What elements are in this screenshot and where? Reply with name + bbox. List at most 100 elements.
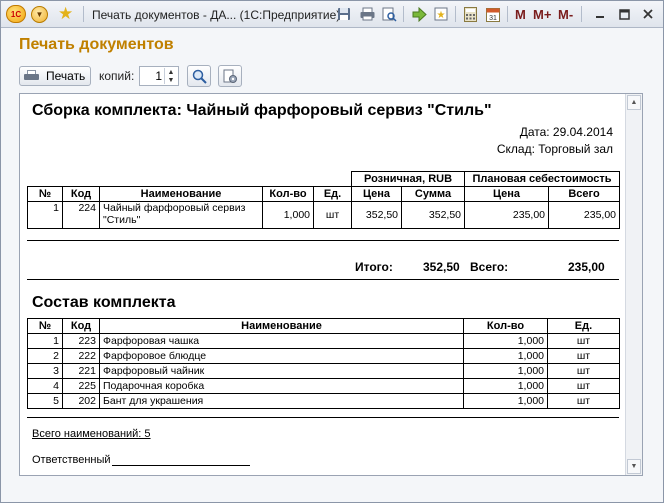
table-cell: шт <box>547 378 620 394</box>
print-icon[interactable] <box>358 5 376 23</box>
save-icon[interactable] <box>335 5 353 23</box>
app-window: 1С ▼ ★ Печать документов - ДА... (1С:Пре… <box>0 0 664 503</box>
table-cell: 202 <box>62 393 100 409</box>
maximize-icon[interactable] <box>613 5 635 23</box>
svg-text:★: ★ <box>437 10 446 21</box>
column-header: Сумма <box>401 186 466 202</box>
table-cell: шт <box>547 348 620 364</box>
print-preview-icon[interactable] <box>380 5 398 23</box>
chevron-down-icon: ▼ <box>31 5 48 23</box>
table-cell: шт <box>547 363 620 379</box>
table-row: 5 202 Бант для украшения 1,000 шт <box>27 393 620 409</box>
divider <box>27 240 619 241</box>
print-button[interactable]: Печать <box>19 66 91 86</box>
table-cell: 225 <box>62 378 100 394</box>
spin-buttons[interactable]: ▲ ▼ <box>164 68 177 84</box>
title-bar: 1С ▼ ★ Печать документов - ДА... (1С:Пре… <box>1 1 663 28</box>
document-title: Сборка комплекта: Чайный фарфоровый серв… <box>32 102 492 119</box>
table-cell: 1 <box>27 333 63 349</box>
table-header-spacer <box>28 172 352 187</box>
table-cell: Фарфоровая чашка <box>99 333 464 349</box>
responsible-label: Ответственный <box>32 454 111 466</box>
table-cell: Чайный фарфоровый сервиз "Стиль" <box>99 201 263 229</box>
table-cell: 235,00 <box>548 201 621 229</box>
table-cell: Бант для украшения <box>99 393 464 409</box>
favorites-star-icon[interactable]: ★ <box>58 4 73 23</box>
column-header: Кол-во <box>262 186 314 202</box>
separator <box>403 6 404 22</box>
document-date: Дата: 29.04.2014 <box>519 125 613 139</box>
table-cell: 2 <box>27 348 63 364</box>
column-header: Цена <box>464 186 550 202</box>
column-header: Ед. <box>312 186 353 202</box>
vertical-scrollbar[interactable]: ▲ ▼ <box>625 94 642 475</box>
separator <box>83 6 84 22</box>
table-row: 1 223 Фарфоровая чашка 1,000 шт <box>27 333 620 349</box>
table-cell: 1,000 <box>463 363 548 379</box>
close-icon[interactable] <box>637 5 659 23</box>
column-header: Ед. <box>547 318 620 334</box>
table-cell: 1 <box>27 201 63 229</box>
memory-minus-button[interactable]: M- <box>558 5 573 23</box>
table-cell: шт <box>547 333 620 349</box>
minimize-icon[interactable] <box>589 5 611 23</box>
page-title: Печать документов <box>19 36 174 53</box>
document-viewer[interactable]: Сборка комплекта: Чайный фарфоровый серв… <box>19 93 643 476</box>
signature-line <box>111 455 250 466</box>
spin-up-icon[interactable]: ▲ <box>168 69 175 76</box>
memory-plus-button[interactable]: M+ <box>533 5 551 23</box>
app-logo-icon[interactable]: 1С <box>6 5 26 23</box>
responsible-line: Ответственный <box>32 454 250 466</box>
divider <box>27 417 619 418</box>
spin-down-icon[interactable]: ▼ <box>168 77 175 84</box>
itogo-value: 352,50 <box>423 260 460 274</box>
magnifier-icon <box>192 69 207 84</box>
add-to-favorites-icon[interactable]: ★ <box>432 5 450 23</box>
table-group-header: Плановая себестоимость <box>464 171 621 187</box>
separator <box>507 6 508 22</box>
preview-button[interactable] <box>187 65 211 87</box>
table-cell: 3 <box>27 363 63 379</box>
table-group-header: Розничная, RUB <box>351 171 466 187</box>
column-header: № <box>27 318 63 334</box>
scroll-up-icon[interactable]: ▲ <box>627 95 641 110</box>
page-settings-button[interactable] <box>218 65 242 87</box>
table-cell: 5 <box>27 393 63 409</box>
printer-icon <box>24 70 39 82</box>
composition-title: Состав комплекта <box>32 294 176 311</box>
table-cell: 1,000 <box>262 201 314 229</box>
table-row: 3 221 Фарфоровый чайник 1,000 шт <box>27 363 620 379</box>
table-cell: 352,50 <box>351 201 403 229</box>
scroll-down-icon[interactable]: ▼ <box>627 459 641 474</box>
composition-table: № Код Наименование Кол-во Ед. 1 223 Фарф… <box>27 318 620 409</box>
table-row: 4 225 Подарочная коробка 1,000 шт <box>27 378 620 394</box>
column-header: Цена <box>351 186 403 202</box>
table-cell: 352,50 <box>401 201 466 229</box>
memory-button[interactable]: M <box>515 5 526 23</box>
column-header: Всего <box>548 186 621 202</box>
copies-stepper[interactable]: 1 ▲ ▼ <box>139 66 179 86</box>
assembly-table: Розничная, RUB Плановая себестоимость № … <box>27 171 621 229</box>
table-cell: шт <box>547 393 620 409</box>
calculator-icon[interactable] <box>461 5 479 23</box>
table-cell: 1,000 <box>463 348 548 364</box>
go-forward-icon[interactable] <box>410 5 428 23</box>
separator <box>455 6 456 22</box>
column-header: Наименование <box>99 186 263 202</box>
calendar-icon[interactable]: 31 <box>484 5 502 23</box>
main-menu-button[interactable]: ▼ <box>31 5 48 23</box>
table-cell: 224 <box>62 201 100 229</box>
copies-value[interactable]: 1 <box>142 69 162 83</box>
table-cell: Подарочная коробка <box>99 378 464 394</box>
table-cell: 4 <box>27 378 63 394</box>
table-cell: шт <box>312 201 353 229</box>
table-cell: 1,000 <box>463 333 548 349</box>
vsego-label: Всего: <box>470 260 509 274</box>
table-cell: 223 <box>62 333 100 349</box>
itogo-label: Итого: <box>355 260 393 274</box>
item-count: Всего наименований: 5 <box>32 428 151 440</box>
page-settings-icon <box>223 69 237 83</box>
table-row: 2 222 Фарфоровое блюдце 1,000 шт <box>27 348 620 364</box>
separator <box>581 6 582 22</box>
vsego-value: 235,00 <box>568 260 605 274</box>
